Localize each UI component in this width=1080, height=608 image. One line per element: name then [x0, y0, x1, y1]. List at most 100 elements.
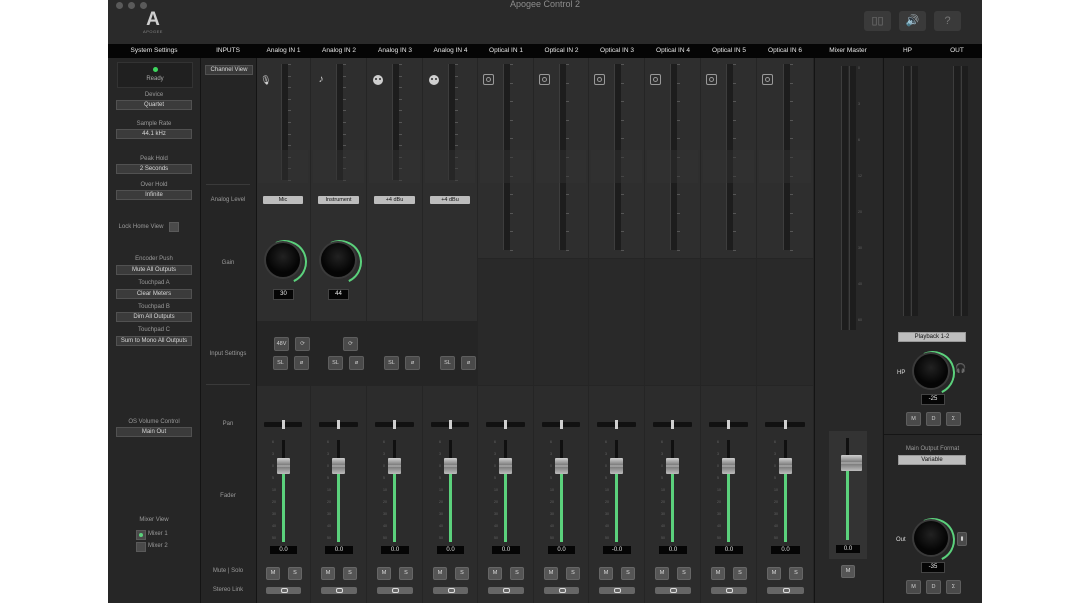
- fader-handle[interactable]: [277, 458, 290, 474]
- gain-knob[interactable]: [266, 243, 300, 277]
- fader-handle[interactable]: [666, 458, 679, 474]
- out-label: Out: [896, 537, 906, 543]
- gain-knob[interactable]: [321, 243, 355, 277]
- soft-limit-button[interactable]: ⟳: [295, 337, 310, 351]
- master-mute-button[interactable]: M: [841, 565, 855, 578]
- speaker-button[interactable]: 🔊: [899, 11, 926, 31]
- stereo-link-button[interactable]: [655, 587, 691, 594]
- fader-handle[interactable]: [722, 458, 735, 474]
- out-volume-knob[interactable]: [914, 521, 948, 555]
- solo-button[interactable]: S: [510, 567, 524, 580]
- mute-button[interactable]: M: [711, 567, 725, 580]
- device-select[interactable]: Quartet: [116, 100, 192, 110]
- fader-handle[interactable]: [388, 458, 401, 474]
- sample-rate-select[interactable]: 44.1 kHz: [116, 129, 192, 139]
- analog-level-select[interactable]: Instrument: [318, 196, 359, 204]
- mute-button[interactable]: M: [599, 567, 613, 580]
- pan-thumb[interactable]: [727, 420, 730, 429]
- stereo-link-button[interactable]: [711, 587, 747, 594]
- pan-thumb[interactable]: [337, 420, 340, 429]
- mute-button[interactable]: M: [266, 567, 280, 580]
- pan-thumb[interactable]: [560, 420, 563, 429]
- pan-thumb[interactable]: [393, 420, 396, 429]
- sl-button[interactable]: SL: [440, 356, 455, 370]
- mute-button[interactable]: M: [433, 567, 447, 580]
- mute-button[interactable]: M: [544, 567, 558, 580]
- stereo-link-button[interactable]: [321, 587, 357, 594]
- stereo-link-button[interactable]: [488, 587, 524, 594]
- stereo-link-button[interactable]: [433, 587, 468, 594]
- sl-button[interactable]: SL: [273, 356, 288, 370]
- pan-thumb[interactable]: [282, 420, 285, 429]
- fader-handle[interactable]: [332, 458, 345, 474]
- analog-level-select[interactable]: +4 dBu: [430, 196, 470, 204]
- phase-invert-button[interactable]: ø: [294, 356, 309, 370]
- hp-mute-button[interactable]: M: [906, 412, 921, 426]
- out-dim-button[interactable]: D: [926, 580, 941, 594]
- optical-icon: [594, 74, 605, 85]
- phantom-48v-button[interactable]: 48V: [274, 337, 289, 351]
- solo-button[interactable]: S: [288, 567, 302, 580]
- analog-level-select[interactable]: +4 dBu: [374, 196, 415, 204]
- touchpad-b-select[interactable]: Dim All Outputs: [116, 312, 192, 322]
- solo-button[interactable]: S: [789, 567, 803, 580]
- fader-scale-tick: 30: [550, 512, 554, 516]
- os-volume-select[interactable]: Main Out: [116, 427, 192, 437]
- main-output-format-select[interactable]: Variable: [898, 455, 966, 465]
- channel-view-button[interactable]: Channel View: [205, 65, 253, 75]
- phase-invert-button[interactable]: ø: [349, 356, 364, 370]
- stereo-link-button[interactable]: [266, 587, 301, 594]
- lock-home-view-checkbox[interactable]: [169, 222, 179, 232]
- master-fader-handle-right[interactable]: [849, 455, 862, 471]
- hp-sum-button[interactable]: Σ: [946, 412, 961, 426]
- pan-thumb[interactable]: [671, 420, 674, 429]
- stereo-link-button[interactable]: [599, 587, 635, 594]
- phase-invert-button[interactable]: ø: [405, 356, 420, 370]
- touchpad-c-select[interactable]: Sum to Mono All Outputs: [116, 336, 192, 346]
- fader-handle[interactable]: [555, 458, 568, 474]
- fader-value: 0.0: [325, 546, 353, 554]
- mute-button[interactable]: M: [321, 567, 335, 580]
- mute-button[interactable]: M: [488, 567, 502, 580]
- stereo-link-button[interactable]: [377, 587, 413, 594]
- peak-hold-select[interactable]: 2 Seconds: [116, 164, 192, 174]
- hp-dim-button[interactable]: D: [926, 412, 941, 426]
- mute-button[interactable]: M: [377, 567, 391, 580]
- over-hold-select[interactable]: Infinite: [116, 190, 192, 200]
- fader-handle[interactable]: [779, 458, 792, 474]
- pan-thumb[interactable]: [784, 420, 787, 429]
- stereo-link-button[interactable]: [767, 587, 804, 594]
- fader-handle[interactable]: [499, 458, 512, 474]
- mixer-view-button[interactable]: ▯▯: [864, 11, 891, 31]
- mute-button[interactable]: M: [767, 567, 781, 580]
- stereo-link-button[interactable]: [544, 587, 579, 594]
- solo-button[interactable]: S: [677, 567, 691, 580]
- solo-button[interactable]: S: [455, 567, 469, 580]
- touchpad-a-select[interactable]: Clear Meters: [116, 289, 192, 299]
- solo-button[interactable]: S: [733, 567, 747, 580]
- sl-button[interactable]: SL: [328, 356, 343, 370]
- sl-button[interactable]: SL: [384, 356, 399, 370]
- analog-level-select[interactable]: Mic: [263, 196, 303, 204]
- solo-button[interactable]: S: [343, 567, 357, 580]
- solo-button[interactable]: S: [566, 567, 580, 580]
- out-mute-button[interactable]: M: [906, 580, 921, 594]
- out-sum-button[interactable]: Σ: [946, 580, 961, 594]
- mute-button[interactable]: M: [655, 567, 669, 580]
- hp-volume-knob[interactable]: [914, 354, 948, 388]
- fader-handle[interactable]: [610, 458, 623, 474]
- pan-thumb[interactable]: [449, 420, 452, 429]
- mixer-2-radio[interactable]: [136, 542, 146, 552]
- hp-source-select[interactable]: Playback 1-2: [898, 332, 966, 342]
- help-button[interactable]: ?: [934, 11, 961, 31]
- phase-invert-button[interactable]: ø: [461, 356, 476, 370]
- encoder-push-select[interactable]: Mute All Outputs: [116, 265, 192, 275]
- speaker-select-icon[interactable]: ▮: [957, 532, 967, 546]
- soft-limit-button[interactable]: ⟳: [343, 337, 358, 351]
- solo-button[interactable]: S: [621, 567, 635, 580]
- mixer-1-radio[interactable]: [136, 530, 146, 540]
- pan-thumb[interactable]: [615, 420, 618, 429]
- solo-button[interactable]: S: [399, 567, 413, 580]
- fader-handle[interactable]: [444, 458, 457, 474]
- pan-thumb[interactable]: [504, 420, 507, 429]
